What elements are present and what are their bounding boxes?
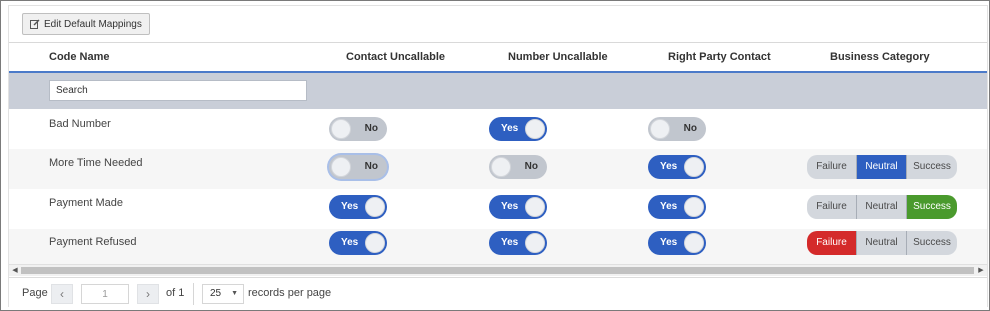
toggle-label: Yes — [660, 201, 678, 212]
records-per-page-label: records per page — [248, 287, 332, 299]
edit-default-mappings-label: Edit Default Mappings — [44, 18, 142, 30]
right-party-contact-toggle[interactable]: Yes — [648, 195, 706, 219]
business-category-selector: Failure Neutral Success — [807, 231, 957, 255]
category-failure-option[interactable]: Failure — [807, 195, 856, 219]
header-code-name[interactable]: Code Name — [49, 43, 110, 72]
pagination-bar: Page ‹ › of 1 25 ▼ records per page — [9, 277, 987, 307]
contact-uncallable-toggle[interactable]: No — [329, 117, 387, 141]
chevron-left-icon[interactable]: ‹ — [51, 284, 73, 304]
toggle-knob — [365, 197, 385, 217]
header-right-party-contact[interactable]: Right Party Contact — [668, 43, 771, 72]
toggle-knob — [491, 157, 511, 177]
table-row: Bad Number No Yes No — [9, 109, 987, 149]
toggle-label: No — [364, 123, 378, 134]
toggle-label: Yes — [341, 201, 359, 212]
header-business-category[interactable]: Business Category — [830, 43, 930, 72]
toggle-knob — [684, 233, 704, 253]
toggle-knob — [525, 233, 545, 253]
toggle-knob — [331, 157, 351, 177]
toggle-label: No — [683, 123, 697, 134]
contact-uncallable-toggle[interactable]: Yes — [329, 195, 387, 219]
toggle-label: No — [524, 161, 538, 172]
contact-uncallable-toggle[interactable]: Yes — [329, 231, 387, 255]
number-uncallable-toggle[interactable]: No — [489, 155, 547, 179]
business-category-selector: Failure Neutral Success — [807, 155, 957, 179]
number-uncallable-toggle[interactable]: Yes — [489, 195, 547, 219]
row-code-name: More Time Needed — [49, 157, 143, 169]
toggle-knob — [525, 119, 545, 139]
table-header: Code Name Contact Uncallable Number Unca… — [9, 42, 987, 73]
toggle-knob — [684, 197, 704, 217]
records-per-page-select[interactable]: 25 ▼ — [202, 284, 244, 304]
filter-row — [9, 73, 987, 109]
toggle-knob — [684, 157, 704, 177]
number-uncallable-toggle[interactable]: Yes — [489, 231, 547, 255]
divider — [193, 283, 194, 305]
scrollbar-thumb[interactable] — [21, 267, 974, 274]
toggle-knob — [525, 197, 545, 217]
page-number-input[interactable] — [81, 284, 129, 304]
category-success-option[interactable]: Success — [906, 155, 957, 179]
category-neutral-option[interactable]: Neutral — [856, 155, 906, 179]
chevron-down-icon: ▼ — [231, 290, 238, 297]
category-neutral-option[interactable]: Neutral — [856, 231, 906, 255]
chevron-right-icon[interactable]: › — [137, 284, 159, 304]
toolbar: Edit Default Mappings — [9, 6, 987, 42]
toggle-knob — [331, 119, 351, 139]
right-party-contact-toggle[interactable]: Yes — [648, 231, 706, 255]
business-category-selector: Failure Neutral Success — [807, 195, 957, 219]
table-row: More Time Needed No No Yes Failure Neutr… — [9, 149, 987, 189]
row-code-name: Bad Number — [49, 118, 111, 130]
toggle-label: Yes — [341, 237, 359, 248]
contact-uncallable-toggle[interactable]: No — [329, 155, 387, 179]
number-uncallable-toggle[interactable]: Yes — [489, 117, 547, 141]
table-row: Payment Made Yes Yes Yes Failure Neutral… — [9, 189, 987, 229]
toggle-knob — [365, 233, 385, 253]
toggle-knob — [650, 119, 670, 139]
category-success-option[interactable]: Success — [906, 195, 957, 219]
toggle-label: Yes — [501, 237, 519, 248]
edit-default-mappings-button[interactable]: Edit Default Mappings — [22, 13, 150, 35]
header-number-uncallable[interactable]: Number Uncallable — [508, 43, 608, 72]
toggle-label: No — [364, 161, 378, 172]
header-contact-uncallable[interactable]: Contact Uncallable — [346, 43, 445, 72]
row-code-name: Payment Refused — [49, 236, 137, 248]
toggle-label: Yes — [660, 237, 678, 248]
mapping-panel: Edit Default Mappings Code Name Contact … — [8, 5, 988, 307]
page-count-label: of 1 — [166, 287, 185, 299]
scroll-right-icon[interactable]: ▶ — [975, 265, 987, 276]
edit-icon — [30, 19, 40, 29]
table-row: Payment Refused Yes Yes Yes Failure Neut… — [9, 229, 987, 264]
records-per-page-value: 25 — [210, 288, 222, 299]
page-label: Page — [22, 287, 48, 299]
toggle-label: Yes — [660, 161, 678, 172]
right-party-contact-toggle[interactable]: No — [648, 117, 706, 141]
category-failure-option[interactable]: Failure — [807, 155, 856, 179]
window-frame: Edit Default Mappings Code Name Contact … — [0, 0, 990, 311]
search-input[interactable] — [49, 80, 307, 101]
scroll-left-icon[interactable]: ◀ — [9, 265, 21, 276]
category-success-option[interactable]: Success — [906, 231, 957, 255]
toggle-label: Yes — [501, 201, 519, 212]
row-code-name: Payment Made — [49, 197, 123, 209]
horizontal-scrollbar[interactable]: ◀ ▶ — [9, 264, 987, 276]
toggle-label: Yes — [501, 123, 519, 134]
category-failure-option[interactable]: Failure — [807, 231, 856, 255]
right-party-contact-toggle[interactable]: Yes — [648, 155, 706, 179]
category-neutral-option[interactable]: Neutral — [856, 195, 906, 219]
